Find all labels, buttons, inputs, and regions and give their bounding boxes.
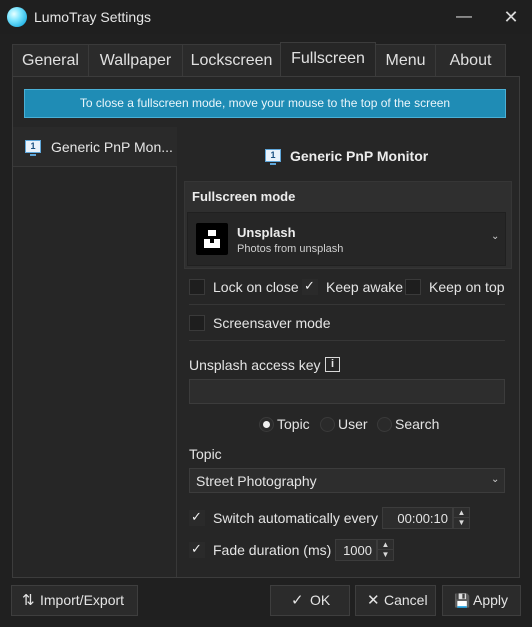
screensaver-mode-checkbox[interactable]	[189, 315, 205, 331]
import-export-icon: ⇅	[22, 592, 35, 609]
apply-button[interactable]: 💾 Apply	[442, 585, 521, 616]
topic-radio-label: Topic	[277, 416, 310, 432]
fullscreen-mode-dropdown[interactable]: ⌄	[187, 212, 506, 266]
fade-duration-stepper[interactable]: ▲ ▼	[377, 539, 394, 561]
divider	[189, 340, 505, 341]
chevron-down-icon: ⌄	[491, 231, 500, 242]
unsplash-logo-icon	[196, 223, 228, 255]
mode-title: Unsplash	[237, 225, 296, 240]
monitor-heading-icon: 1	[265, 149, 281, 165]
check-icon: ✓	[291, 592, 304, 609]
chevron-down-icon: ⌄	[491, 474, 500, 485]
app-icon	[7, 7, 27, 27]
switch-interval-input[interactable]: 00:00:10	[382, 507, 453, 529]
tab-bar: General Wallpaper Lockscreen Fullscreen …	[12, 42, 520, 76]
save-icon: 💾	[454, 593, 471, 608]
monitor-list-label: Generic PnP Mon...	[51, 139, 173, 155]
user-radio-label: User	[338, 416, 368, 432]
monitor-icon: 1	[25, 140, 41, 156]
spin-up-icon[interactable]: ▲	[378, 540, 393, 550]
monitor-list-item[interactable]: 1 Generic PnP Mon...	[13, 127, 177, 167]
minimize-button[interactable]: —	[453, 6, 475, 28]
divider	[189, 304, 505, 305]
spin-down-icon[interactable]: ▼	[454, 518, 469, 528]
keep-awake-label: Keep awake	[326, 279, 404, 295]
info-banner: To close a fullscreen mode, move your mo…	[24, 89, 506, 118]
tab-menu[interactable]: Menu	[375, 44, 436, 76]
close-button[interactable]: ✕	[500, 6, 522, 28]
fade-duration-checkbox[interactable]: ✓	[189, 541, 205, 558]
switch-auto-label: Switch automatically every	[213, 510, 378, 526]
keep-on-top-label: Keep on top	[429, 279, 505, 295]
keep-on-top-checkbox[interactable]	[405, 279, 421, 295]
tab-lockscreen[interactable]: Lockscreen	[182, 44, 281, 76]
fade-duration-input[interactable]: 1000	[335, 539, 377, 561]
search-radio[interactable]	[377, 417, 392, 432]
access-key-input[interactable]	[189, 379, 505, 404]
screensaver-mode-label: Screensaver mode	[213, 315, 331, 331]
tab-about[interactable]: About	[435, 44, 506, 76]
cancel-button[interactable]: ✕ Cancel	[355, 585, 436, 616]
monitor-heading: Generic PnP Monitor	[290, 148, 429, 164]
search-radio-label: Search	[395, 416, 440, 432]
lock-on-close-label: Lock on close	[213, 279, 299, 295]
spin-down-icon[interactable]: ▼	[378, 550, 393, 560]
fullscreen-mode-label: Fullscreen mode	[192, 189, 296, 204]
tab-fullscreen[interactable]: Fullscreen	[280, 42, 376, 76]
topic-radio[interactable]	[259, 417, 274, 432]
keep-awake-checkbox[interactable]: ✓	[302, 278, 318, 295]
topic-label: Topic	[189, 446, 222, 462]
fade-duration-label: Fade duration (ms)	[213, 542, 332, 558]
tab-general[interactable]: General	[12, 44, 89, 76]
topic-dropdown[interactable]: Street Photography ⌄	[189, 468, 505, 493]
lock-on-close-checkbox[interactable]	[189, 279, 205, 295]
user-radio[interactable]	[320, 417, 335, 432]
close-icon: ✕	[367, 592, 380, 609]
check-icon: ✓	[191, 541, 202, 556]
tab-wallpaper[interactable]: Wallpaper	[88, 44, 183, 76]
switch-interval-stepper[interactable]: ▲ ▼	[453, 507, 470, 529]
mode-subtitle: Photos from unsplash	[237, 243, 344, 255]
check-icon: ✓	[304, 278, 315, 293]
title-bar: LumoTray Settings — ✕	[0, 0, 532, 34]
topic-value: Street Photography	[196, 473, 317, 489]
access-key-label: Unsplash access key	[189, 357, 321, 373]
import-export-button[interactable]: ⇅ Import/Export	[11, 585, 138, 616]
spin-up-icon[interactable]: ▲	[454, 508, 469, 518]
ok-button[interactable]: ✓ OK	[270, 585, 350, 616]
info-icon[interactable]: i	[325, 357, 340, 372]
window-title: LumoTray Settings	[34, 9, 151, 25]
monitor-list: 1 Generic PnP Mon...	[13, 127, 177, 577]
check-icon: ✓	[191, 509, 202, 524]
switch-auto-checkbox[interactable]: ✓	[189, 509, 205, 526]
